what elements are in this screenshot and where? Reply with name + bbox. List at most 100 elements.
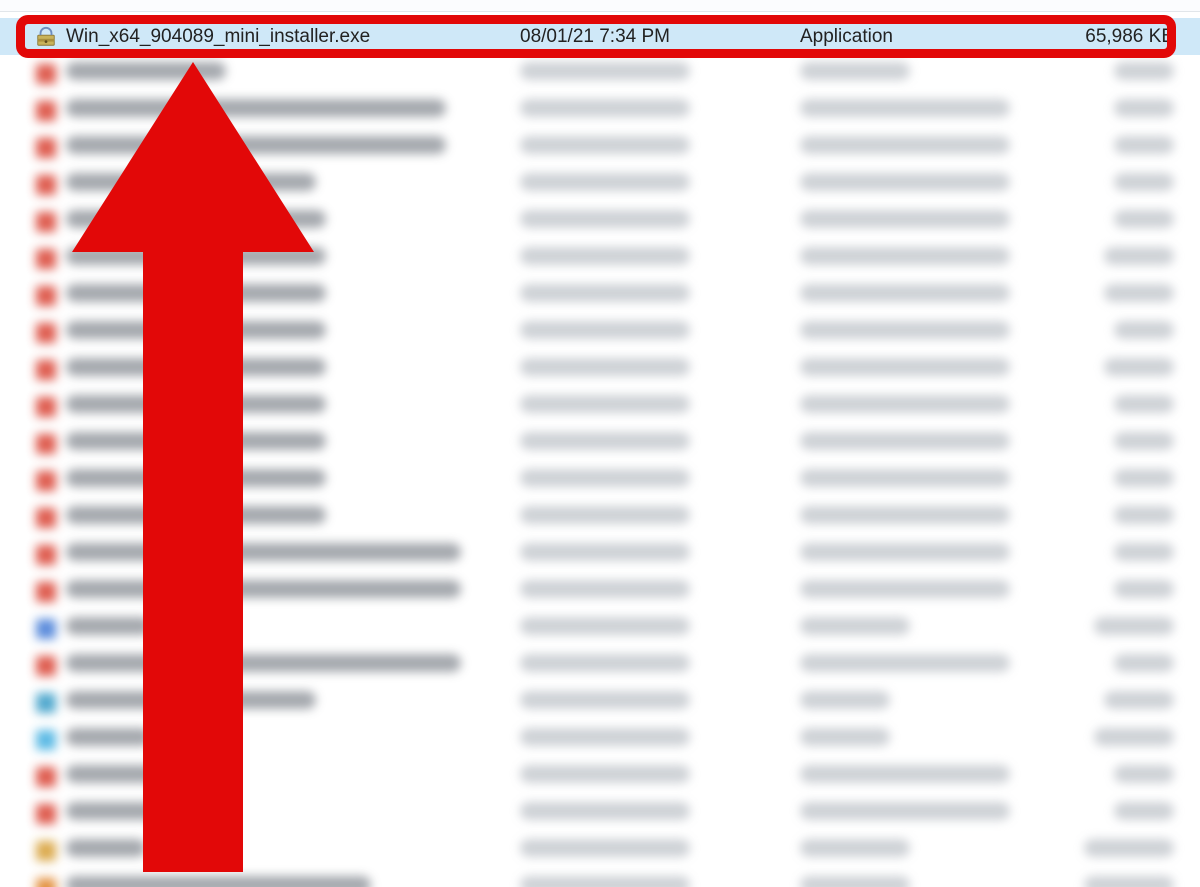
file-type-cell: [800, 358, 1060, 382]
pdf-icon: [32, 360, 60, 380]
file-date-cell: [520, 358, 800, 382]
file-type-cell: [800, 321, 1060, 345]
column-header-divider: [0, 0, 1200, 12]
file-date-cell: [520, 617, 800, 641]
file-type-cell: [800, 284, 1060, 308]
file-size-cell: [1060, 728, 1200, 752]
pdf-icon: [32, 471, 60, 491]
file-row[interactable]: [0, 573, 1200, 610]
file-row-selected[interactable]: Win_x64_904089_mini_installer.exe 08/01/…: [0, 18, 1200, 55]
pdf-icon: [32, 323, 60, 343]
file-row[interactable]: [0, 55, 1200, 92]
file-row[interactable]: [0, 462, 1200, 499]
file-size-cell: [1060, 654, 1200, 678]
file-size-cell: [1060, 802, 1200, 826]
file-type-cell: [800, 728, 1060, 752]
file-size-cell: [1060, 765, 1200, 789]
file-size-cell: [1060, 469, 1200, 493]
file-row[interactable]: [0, 795, 1200, 832]
file-name: [60, 432, 520, 456]
file-row[interactable]: [0, 869, 1200, 887]
file-size-cell: [1060, 321, 1200, 345]
file-row[interactable]: [0, 758, 1200, 795]
file-date-cell: [520, 543, 800, 567]
file-date-cell: [520, 395, 800, 419]
file-name: [60, 62, 520, 86]
file-name: [60, 210, 520, 234]
file-row[interactable]: [0, 536, 1200, 573]
pdf-icon: [32, 249, 60, 269]
file-name: [60, 765, 520, 789]
file-size-cell: [1060, 506, 1200, 530]
file-row[interactable]: [0, 277, 1200, 314]
file-type-cell: [800, 617, 1060, 641]
file-name: [60, 469, 520, 493]
file-name: [60, 691, 520, 715]
file-row[interactable]: [0, 684, 1200, 721]
file-date-cell: [520, 580, 800, 604]
file-type-cell: [800, 469, 1060, 493]
file-row[interactable]: [0, 388, 1200, 425]
file-type-cell: [800, 691, 1060, 715]
file-name: [60, 506, 520, 530]
file-type-cell: [800, 395, 1060, 419]
file-name: Win_x64_904089_mini_installer.exe: [60, 26, 520, 48]
file-name: [60, 654, 520, 678]
pdf-icon: [32, 64, 60, 84]
file-type-cell: [800, 876, 1060, 887]
blurred-file-rows: [0, 55, 1200, 887]
file-list[interactable]: Win_x64_904089_mini_installer.exe 08/01/…: [0, 18, 1200, 887]
file-date-cell: [520, 210, 800, 234]
file-size-cell: [1060, 247, 1200, 271]
file-date-cell: [520, 62, 800, 86]
file-icon: [32, 730, 60, 750]
file-size-cell: [1060, 395, 1200, 419]
file-date-cell: [520, 876, 800, 887]
file-date-cell: [520, 321, 800, 345]
file-type-cell: [800, 247, 1060, 271]
file-date-cell: [520, 765, 800, 789]
file-row[interactable]: [0, 832, 1200, 869]
file-name: [60, 802, 520, 826]
pdf-icon: [32, 175, 60, 195]
pdf-icon: [32, 767, 60, 787]
file-row[interactable]: [0, 203, 1200, 240]
pdf-icon: [32, 101, 60, 121]
file-row[interactable]: [0, 314, 1200, 351]
file-row[interactable]: [0, 92, 1200, 129]
file-row[interactable]: [0, 499, 1200, 536]
file-date-cell: [520, 173, 800, 197]
file-date-cell: [520, 728, 800, 752]
file-date-cell: [520, 247, 800, 271]
file-size-cell: [1060, 432, 1200, 456]
file-row[interactable]: [0, 129, 1200, 166]
file-explorer-details-view: Win_x64_904089_mini_installer.exe 08/01/…: [0, 0, 1200, 887]
file-size-cell: [1060, 62, 1200, 86]
file-type-cell: [800, 839, 1060, 863]
file-row[interactable]: [0, 425, 1200, 462]
file-size-cell: [1060, 358, 1200, 382]
file-size-cell: [1060, 580, 1200, 604]
file-size-cell: [1060, 543, 1200, 567]
file-type-cell: [800, 136, 1060, 160]
file-row[interactable]: [0, 610, 1200, 647]
file-row[interactable]: [0, 240, 1200, 277]
pdf-icon: [32, 508, 60, 528]
file-date-cell: [520, 136, 800, 160]
file-row[interactable]: [0, 647, 1200, 684]
pdf-icon: [32, 397, 60, 417]
file-date-cell: [520, 691, 800, 715]
file-type-cell: [800, 543, 1060, 567]
file-size-cell: 65,986 KB: [1060, 26, 1200, 48]
file-size-cell: [1060, 691, 1200, 715]
pdf-icon: [32, 656, 60, 676]
file-row[interactable]: [0, 351, 1200, 388]
file-row[interactable]: [0, 721, 1200, 758]
file-row[interactable]: [0, 166, 1200, 203]
file-size-cell: [1060, 210, 1200, 234]
file-name: [60, 839, 520, 863]
file-size-cell: [1060, 617, 1200, 641]
file-name: [60, 543, 520, 567]
file-name: [60, 876, 520, 887]
pdf-icon: [32, 212, 60, 232]
